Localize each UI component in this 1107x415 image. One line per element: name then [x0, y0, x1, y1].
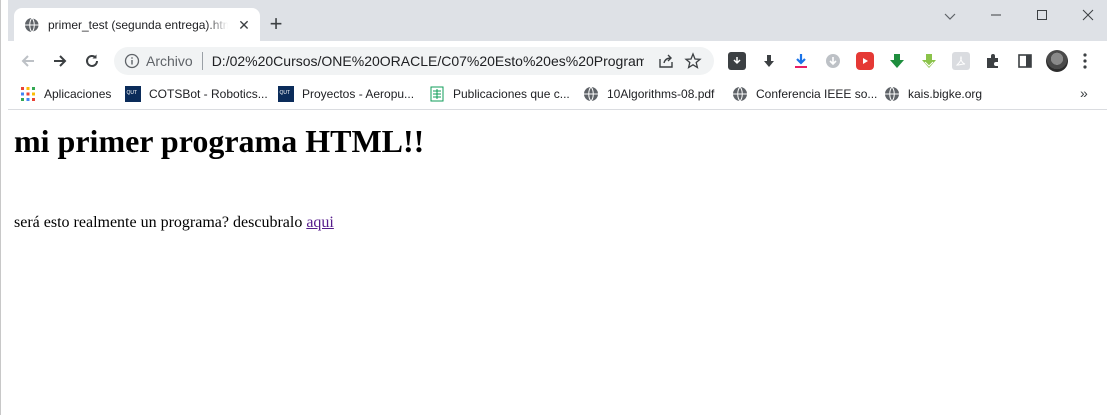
bookmark-item[interactable]: kais.bigke.org — [884, 85, 982, 103]
download-circle-icon[interactable] — [824, 52, 842, 70]
profile-avatar[interactable] — [1046, 50, 1068, 72]
bookmark-label: Publicaciones que c... — [453, 87, 570, 101]
globe-icon — [584, 86, 598, 102]
forward-button[interactable] — [48, 49, 72, 73]
share-icon[interactable] — [658, 53, 674, 69]
more-bookmarks-chevron-icon[interactable]: » — [1080, 85, 1088, 101]
bookmark-item[interactable]: 10Algorithms-08.pdf — [583, 85, 714, 103]
bookmark-label: Conferencia IEEE so... — [756, 87, 878, 101]
youtube-extension-icon[interactable] — [856, 52, 874, 70]
tab-search-chevron-icon[interactable] — [940, 6, 960, 26]
info-icon[interactable] — [124, 53, 140, 69]
bookmark-label: Proyectos - Aeropu... — [302, 87, 415, 101]
kebab-menu-icon[interactable] — [1083, 51, 1087, 71]
light-green-download-icon[interactable] — [920, 52, 938, 70]
download-box-extension-icon[interactable] — [728, 52, 746, 70]
bookmark-label: kais.bigke.org — [908, 87, 983, 101]
reload-button[interactable] — [80, 49, 104, 73]
active-tab[interactable]: primer_test (segunda entrega).html ✕ — [14, 8, 260, 41]
scheme-label: Archivo — [146, 53, 193, 69]
bookmark-label: 10Algorithms-08.pdf — [607, 87, 715, 101]
svg-text:QUT: QUT — [127, 90, 138, 96]
bookmark-item[interactable]: Aplicaciones — [20, 85, 111, 103]
page-paragraph: será esto realmente un programa? descubr… — [14, 214, 334, 232]
svg-text:QUT: QUT — [280, 90, 291, 96]
bookmark-item[interactable]: Publicaciones que c... — [429, 85, 570, 103]
tab-strip: primer_test (segunda entrega).html ✕ + — [8, 0, 1107, 41]
close-icon[interactable]: ✕ — [236, 17, 252, 33]
url-text[interactable]: D:/02%20Cursos/ONE%20ORACLE/C07%20Esto%2… — [212, 53, 644, 69]
bookmarks-bar: Aplicaciones QUT COTSBot - Robotics... Q… — [8, 79, 1107, 110]
aqui-link[interactable]: aqui — [306, 214, 334, 231]
bookmark-star-icon[interactable] — [684, 52, 702, 70]
bookmark-item[interactable]: Conferencia IEEE so... — [732, 85, 877, 103]
apps-grid-icon — [21, 87, 35, 101]
page-content: mi primer programa HTML!! será esto real… — [8, 111, 1107, 415]
bookmark-item[interactable]: QUT Proyectos - Aeropu... — [278, 85, 414, 103]
address-bar[interactable]: Archivo D:/02%20Cursos/ONE%20ORACLE/C07%… — [114, 47, 714, 75]
downloader-blue-icon[interactable] — [792, 52, 810, 70]
forward-arrow-icon — [54, 55, 67, 67]
maximize-button[interactable] — [1032, 6, 1052, 26]
back-arrow-icon — [21, 55, 34, 67]
globe-icon — [733, 86, 747, 102]
globe-icon — [885, 86, 899, 102]
bookmark-label: Aplicaciones — [44, 87, 112, 101]
globe-icon — [25, 17, 40, 32]
desktop-edge — [1, 0, 8, 415]
browser-window: primer_test (segunda entrega).html ✕ + A… — [0, 0, 1107, 415]
reload-icon — [86, 54, 98, 67]
qut-logo-icon: QUT — [278, 86, 294, 102]
sheets-icon — [430, 86, 444, 102]
green-download-icon[interactable] — [888, 52, 906, 70]
paragraph-text: será esto realmente un programa? descubr… — [14, 214, 307, 231]
pdf-extension-icon[interactable] — [952, 52, 970, 70]
bookmark-item[interactable]: QUT COTSBot - Robotics... — [125, 85, 268, 103]
qut-logo-icon: QUT — [125, 86, 141, 102]
address-divider — [201, 52, 203, 70]
back-button[interactable] — [16, 49, 40, 73]
close-window-button[interactable] — [1078, 6, 1098, 26]
new-tab-button[interactable]: + — [266, 13, 286, 35]
tab-title: primer_test (segunda entrega).html — [48, 17, 228, 32]
side-panel-icon[interactable] — [1016, 52, 1034, 70]
toolbar: Archivo D:/02%20Cursos/ONE%20ORACLE/C07%… — [8, 41, 1107, 79]
bookmark-label: COTSBot - Robotics... — [149, 87, 268, 101]
download-arrow-icon[interactable] — [760, 52, 778, 70]
minimize-button[interactable] — [986, 6, 1006, 26]
page-heading: mi primer programa HTML!! — [14, 123, 425, 159]
extensions-puzzle-icon[interactable] — [984, 52, 1002, 70]
